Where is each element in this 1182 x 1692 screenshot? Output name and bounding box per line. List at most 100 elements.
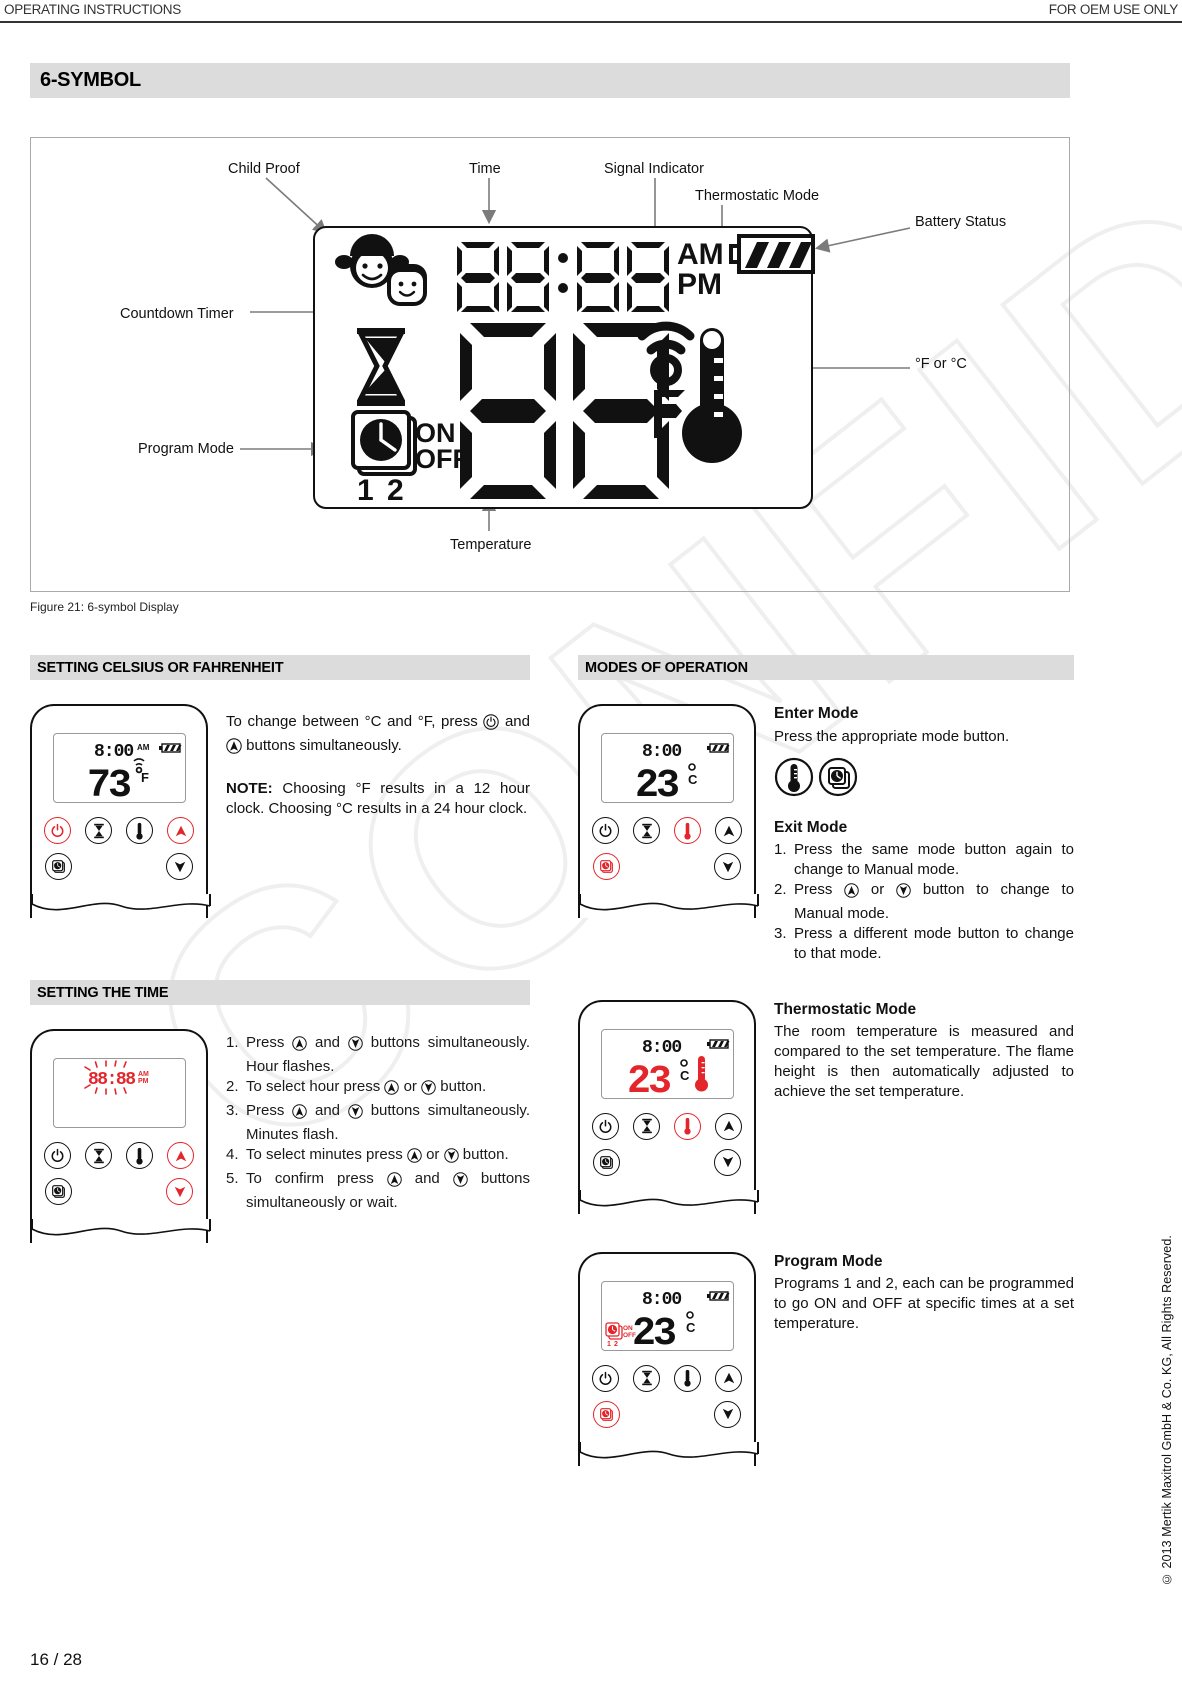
callout-program-mode: Program Mode — [138, 441, 234, 457]
remote-lcd-am: AM — [137, 743, 150, 752]
step-text-a: Press — [246, 1034, 285, 1051]
power-button[interactable] — [592, 1364, 619, 1392]
countdown-timer-button[interactable] — [633, 817, 660, 844]
program-mode-button[interactable] — [593, 1400, 620, 1428]
countdown-timer-button[interactable] — [633, 1112, 660, 1140]
remote-lcd: 88:88 AM PM — [83, 1060, 149, 1095]
step-text-b: and — [414, 1169, 440, 1187]
step-text: Press a different mode button to change … — [794, 924, 1074, 962]
remote-button-pad — [44, 817, 194, 880]
list-item: 5. To confirm press and buttons simultan… — [226, 1169, 530, 1213]
thermostatic-mode-button[interactable] — [126, 1142, 153, 1169]
down-arrow-button[interactable] — [714, 1148, 741, 1176]
remote-battery-icon — [706, 743, 729, 753]
step-text-a: To select hour press — [246, 1077, 381, 1095]
left-column: SETTING CELSIUS OR FAHRENHEIT 8:00 AM 73… — [30, 655, 530, 1243]
remote-lcd: 8:00 AM 73 F — [87, 742, 181, 809]
up-arrow-icon — [844, 883, 859, 904]
unit-letter-icon — [654, 390, 685, 438]
up-arrow-icon — [384, 1080, 400, 1101]
list-item: 1. Press the same mode button again to c… — [774, 840, 1074, 880]
down-arrow-icon — [896, 883, 911, 904]
step-text-b: or — [403, 1077, 417, 1095]
right-column: MODES OF OPERATION 8:00 23 C Enter Mode … — [578, 655, 1074, 1466]
enter-exit-mode-text: Enter Mode Press the appropriate mode bu… — [774, 704, 1074, 964]
power-button[interactable] — [44, 817, 71, 844]
program-mode-button[interactable] — [593, 1148, 620, 1176]
remote-battery-icon — [706, 1039, 729, 1049]
countdown-timer-icon — [356, 328, 406, 406]
callout-time: Time — [469, 161, 501, 177]
power-button[interactable] — [592, 1112, 619, 1140]
step-text-a: To select minutes press — [246, 1145, 403, 1163]
step-text-a: Press — [794, 880, 833, 898]
torn-edge — [579, 1189, 759, 1207]
up-arrow-button[interactable] — [167, 817, 194, 844]
lcd-am-label: AM — [677, 238, 724, 271]
torn-edge — [31, 1219, 211, 1236]
countdown-timer-button[interactable] — [85, 1142, 112, 1169]
exit-mode-heading: Exit Mode — [774, 819, 848, 837]
exit-mode-steps: 1. Press the same mode button again to c… — [774, 840, 1074, 964]
up-arrow-button[interactable] — [167, 1142, 194, 1169]
power-icon — [483, 714, 500, 736]
down-arrow-button[interactable] — [714, 853, 741, 880]
cf-text-a: To change between °C and °F, press — [226, 713, 478, 730]
remote-lcd: 8:00 23 C — [635, 742, 729, 809]
down-arrow-button[interactable] — [166, 853, 193, 880]
up-arrow-icon — [386, 1171, 402, 1193]
remote-screen: 8:00 AM 73 F — [52, 733, 186, 809]
callout-battery-status: Battery Status — [915, 214, 1007, 230]
thermostatic-mode-icon — [774, 757, 814, 803]
power-button[interactable] — [44, 1142, 71, 1169]
program-mode-button[interactable] — [593, 853, 620, 880]
lcd-pm-label: PM — [677, 268, 722, 301]
section-title-celsius-fahrenheit: SETTING CELSIUS OR FAHRENHEIT — [30, 655, 530, 680]
enter-mode-heading: Enter Mode — [774, 705, 859, 722]
remote-lcd-unit: C — [680, 1068, 690, 1083]
torn-edge — [579, 1441, 759, 1459]
callout-countdown-timer: Countdown Timer — [120, 306, 234, 322]
thermostatic-mode-button[interactable] — [126, 817, 153, 844]
remote-lcd-unit: C — [686, 1320, 696, 1335]
up-arrow-button[interactable] — [715, 817, 742, 844]
thermostatic-mode-heading: Thermostatic Mode — [774, 1000, 917, 1018]
note-label: NOTE: — [226, 779, 273, 797]
remote-battery-icon — [158, 743, 181, 753]
thermostatic-mode-button[interactable] — [674, 1112, 701, 1140]
step-text-b: and — [315, 1034, 341, 1051]
degree-symbol-icon — [679, 1058, 688, 1067]
step-number: 2. — [774, 880, 787, 898]
program-mode-button[interactable] — [45, 1178, 72, 1205]
program-mode-button[interactable] — [45, 853, 72, 880]
callout-thermostatic-mode: Thermostatic Mode — [695, 188, 820, 204]
figure-caption: Figure 21: 6-symbol Display — [30, 600, 179, 614]
lcd-program-2-label: 2 — [387, 474, 404, 507]
countdown-timer-button[interactable] — [85, 817, 112, 844]
thermostatic-mode-button[interactable] — [674, 817, 701, 844]
program-mode-heading: Program Mode — [774, 1252, 883, 1270]
down-arrow-button[interactable] — [714, 1400, 741, 1428]
lcd-program-2-label: 2 — [614, 1341, 618, 1348]
thermostatic-mode-button[interactable] — [674, 1364, 701, 1392]
step-number: 1. — [774, 841, 787, 859]
lcd-temperature-digits — [460, 323, 669, 499]
remote-thermostatic-mode: 8:00 23 C — [578, 999, 759, 1214]
step-text-a: Press — [246, 1101, 285, 1119]
section-title-modes-of-operation: MODES OF OPERATION — [578, 655, 1074, 680]
remote-program-mode: 8:00 ON OFF 1 2 23 C — [578, 1251, 759, 1466]
step-text-b: or — [426, 1145, 440, 1163]
up-arrow-button[interactable] — [715, 1364, 742, 1392]
power-button[interactable] — [592, 817, 619, 844]
up-arrow-button[interactable] — [715, 1112, 742, 1140]
degree-symbol-icon — [687, 763, 696, 771]
remote-lcd-time: 8:00 — [94, 742, 133, 762]
down-arrow-button[interactable] — [166, 1178, 193, 1205]
callout-signal-indicator: Signal Indicator — [604, 161, 704, 177]
countdown-timer-button[interactable] — [633, 1364, 660, 1392]
step-text-c: buttons simultaneously. Hour flashes. — [246, 1034, 530, 1075]
list-item: 1. Press and buttons simultaneously. Hou… — [226, 1033, 530, 1077]
thermostatic-mode-icon — [682, 328, 742, 463]
step-text-c: button. — [440, 1077, 487, 1095]
remote-battery-icon — [706, 1291, 729, 1301]
